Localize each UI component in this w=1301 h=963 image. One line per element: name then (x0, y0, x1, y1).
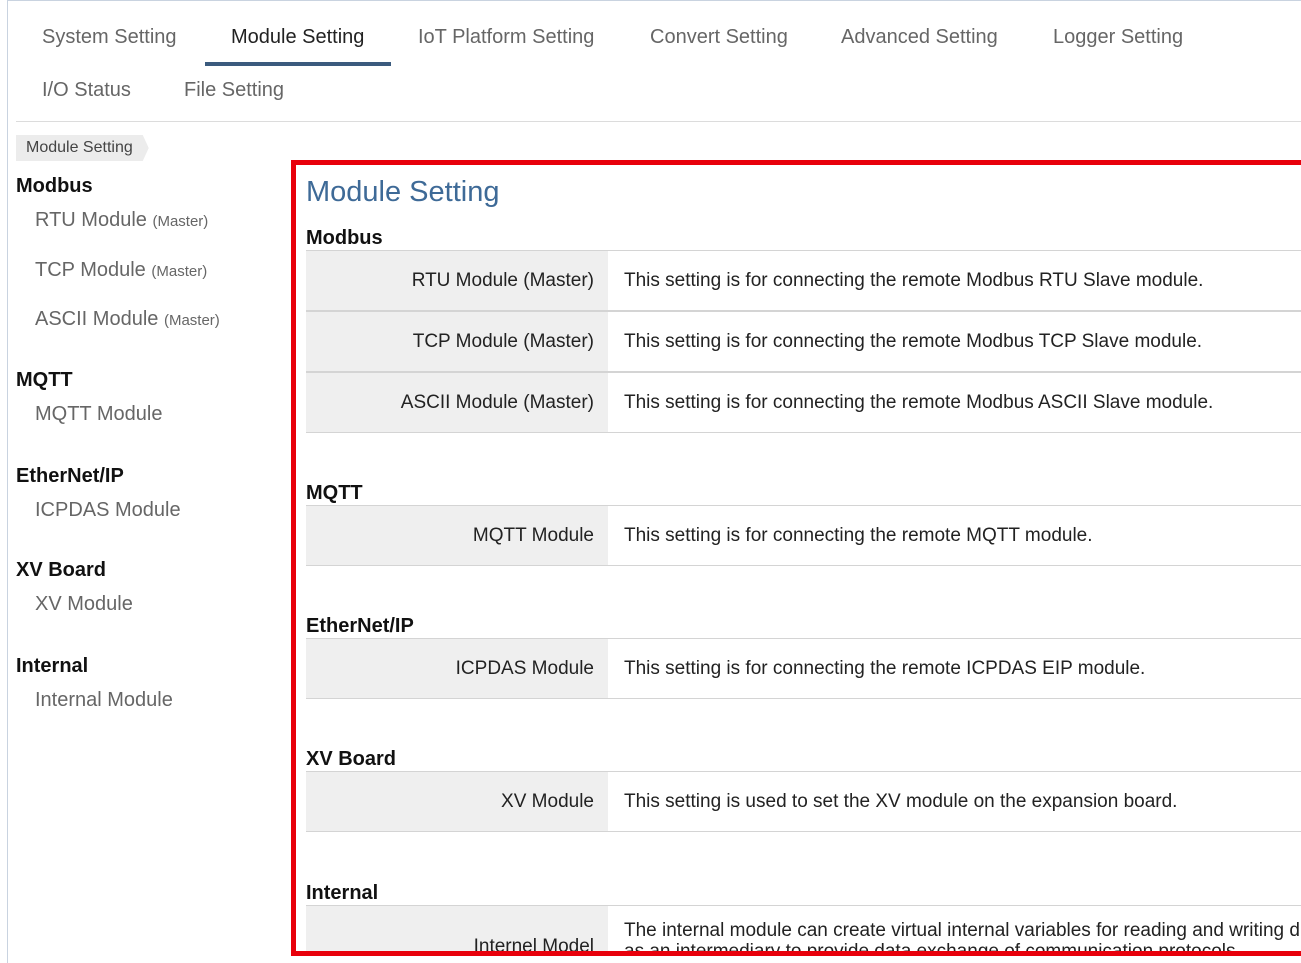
module-row-icpdas: ICPDAS Module This setting is for connec… (306, 638, 1301, 699)
module-row-label[interactable]: Internel Model (306, 906, 608, 951)
sidebar-item-label: RTU Module (35, 209, 147, 231)
sidebar-group-internal: Internal (16, 655, 89, 677)
module-row-desc: This setting is for connecting the remot… (624, 269, 1204, 291)
tab-io-status[interactable]: I/O Status (42, 79, 131, 102)
tab-advanced-setting[interactable]: Advanced Setting (841, 26, 998, 49)
sidebar-item-label: TCP Module (35, 259, 146, 281)
module-row-desc: This setting is for connecting the remot… (624, 657, 1146, 679)
module-row-internal: Internel Model The internal module can c… (306, 905, 1301, 956)
module-row-label[interactable]: TCP Module (Master) (306, 312, 608, 371)
module-row-desc: This setting is for connecting the remot… (624, 524, 1093, 546)
module-setting-panel: Module Setting Modbus RTU Module (Master… (291, 160, 1301, 956)
module-row-desc: This setting is for connecting the remot… (624, 391, 1214, 413)
module-row-ascii: ASCII Module (Master) This setting is fo… (306, 372, 1301, 433)
sidebar-item-internal-module[interactable]: Internal Module (35, 689, 173, 712)
module-row-desc-line-1: The internal module can create virtual i… (624, 920, 1300, 941)
tab-module-setting[interactable]: Module Setting (231, 26, 364, 49)
tab-logger-setting[interactable]: Logger Setting (1053, 26, 1183, 49)
sidebar-item-mqtt-module[interactable]: MQTT Module (35, 403, 162, 426)
sidebar-group-xv-board: XV Board (16, 559, 107, 581)
sidebar-item-ascii-module[interactable]: ASCII Module (Master) (35, 308, 220, 331)
breadcrumb[interactable]: Module Setting (16, 135, 149, 161)
tab-file-setting[interactable]: File Setting (184, 79, 284, 102)
sidebar-item-sub: (Master) (152, 213, 209, 230)
sidebar-item-tcp-module[interactable]: TCP Module (Master) (35, 259, 207, 282)
tab-iot-platform-setting[interactable]: IoT Platform Setting (418, 26, 594, 49)
page-title: Module Setting (306, 176, 500, 208)
sidebar-item-rtu-module[interactable]: RTU Module (Master) (35, 209, 208, 232)
sidebar-item-xv-module[interactable]: XV Module (35, 593, 133, 616)
sidebar-group-modbus: Modbus (16, 175, 93, 197)
module-row-label[interactable]: MQTT Module (306, 506, 608, 565)
tabs-divider (16, 121, 1301, 122)
section-heading-ethernet-ip: EtherNet/IP (306, 615, 414, 637)
module-row-xv: XV Module This setting is used to set th… (306, 771, 1301, 832)
sidebar-group-mqtt: MQTT (16, 369, 73, 391)
active-tab-indicator (205, 62, 391, 66)
sidebar-group-ethernet-ip: EtherNet/IP (16, 465, 124, 487)
tab-convert-setting[interactable]: Convert Setting (650, 26, 788, 49)
sidebar-item-icpdas-module[interactable]: ICPDAS Module (35, 499, 181, 522)
sidebar-item-sub: (Master) (163, 312, 220, 329)
section-heading-modbus: Modbus (306, 227, 383, 249)
tab-system-setting[interactable]: System Setting (42, 26, 177, 49)
section-heading-xv-board: XV Board (306, 748, 397, 770)
module-row-desc: This setting is for connecting the remot… (624, 330, 1203, 352)
module-row-label[interactable]: RTU Module (Master) (306, 251, 608, 310)
module-row-label[interactable]: ASCII Module (Master) (306, 373, 608, 432)
module-row-label[interactable]: XV Module (306, 772, 608, 831)
module-row-desc: This setting is used to set the XV modul… (624, 790, 1178, 812)
module-row-mqtt: MQTT Module This setting is for connecti… (306, 505, 1301, 566)
module-row-rtu: RTU Module (Master) This setting is for … (306, 250, 1301, 311)
module-row-tcp: TCP Module (Master) This setting is for … (306, 311, 1301, 372)
module-row-desc: The internal module can create virtual i… (624, 906, 1300, 956)
sidebar-item-label: ASCII Module (35, 308, 159, 330)
module-row-desc-line-2: as an intermediary to provide data excha… (624, 941, 1241, 956)
section-heading-mqtt: MQTT (306, 482, 363, 504)
module-row-label[interactable]: ICPDAS Module (306, 639, 608, 698)
section-heading-internal: Internal (306, 882, 379, 904)
sidebar-item-sub: (Master) (151, 263, 208, 280)
